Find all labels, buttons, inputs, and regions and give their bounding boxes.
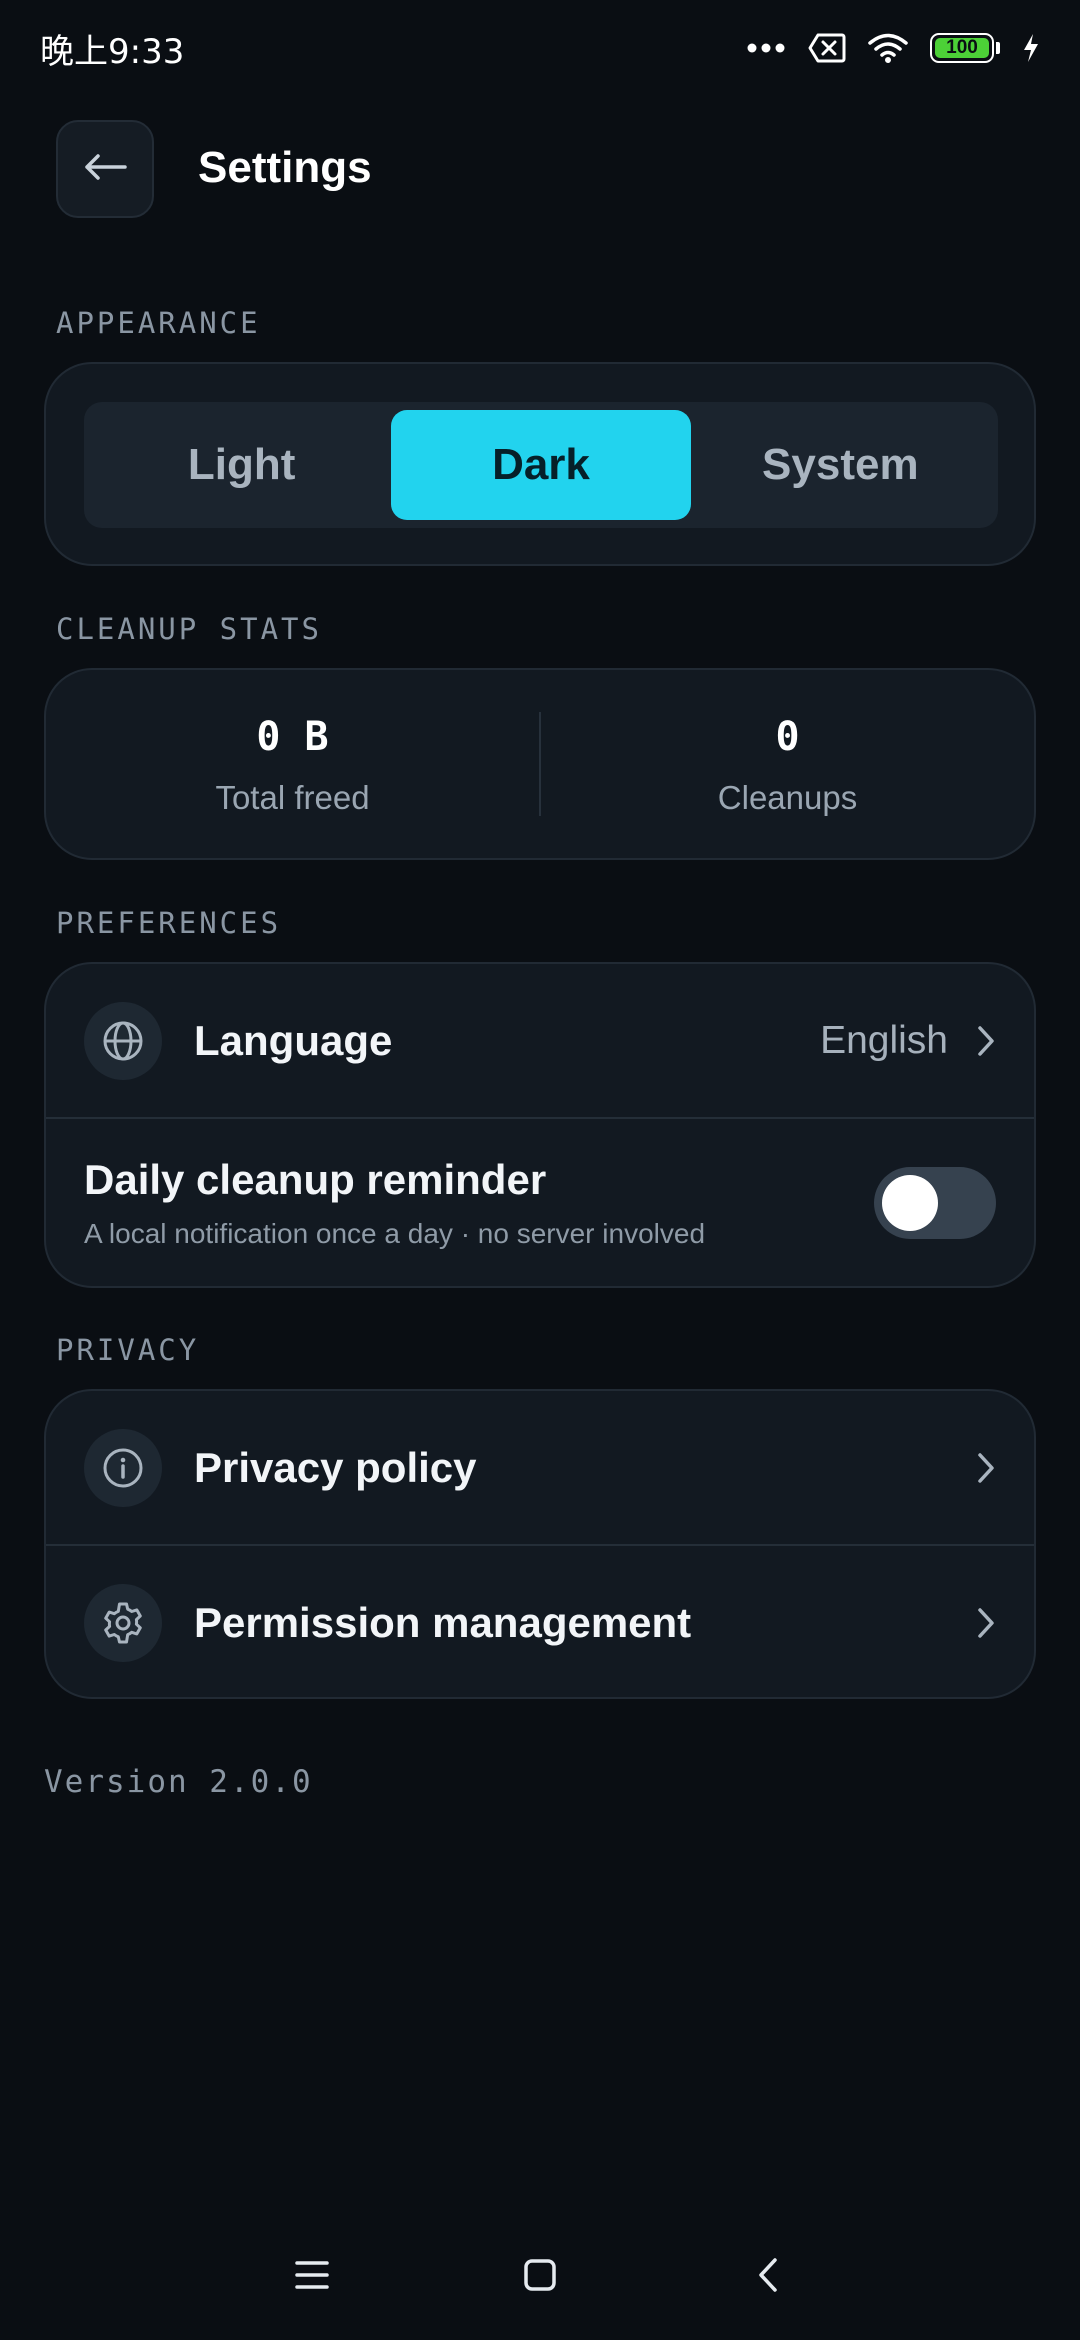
back-button[interactable] [56,120,154,218]
chevron-right-icon [976,1025,996,1057]
permission-management-row[interactable]: Permission management [46,1546,1034,1697]
menu-icon[interactable] [198,2260,426,2290]
cleanups-label: Cleanups [717,779,858,816]
theme-option-dark[interactable]: Dark [391,410,691,520]
total-freed-label: Total freed [215,779,370,816]
wifi-icon [868,32,908,64]
appearance-section-label: APPEARANCE [56,306,261,340]
status-time: 晚上9:33 [40,31,185,72]
chevron-right-icon [976,1452,996,1484]
theme-option-system[interactable]: System [691,410,990,520]
total-freed-value: 0 B [256,714,329,760]
info-icon [84,1428,162,1507]
privacy-card: Privacy policy Permission management [44,1389,1036,1699]
preferences-section-label: PREFERENCES [56,906,282,940]
home-icon[interactable] [426,2258,654,2292]
language-row[interactable]: Language English [46,964,1034,1117]
version-text: Version 2.0.0 [44,1764,313,1800]
daily-reminder-title: Daily cleanup reminder [84,1155,547,1203]
cleanups-value: 0 [775,714,800,760]
toggle-knob [882,1174,938,1231]
sim-error-icon [808,33,846,63]
back-icon[interactable] [654,2257,882,2293]
globe-icon [84,1001,162,1080]
appearance-card: Light Dark System [44,362,1036,566]
preferences-card: Language English Daily cleanup reminder … [44,962,1036,1288]
arrow-left-icon [83,153,127,186]
theme-segmented-control: Light Dark System [84,402,998,528]
stat-cleanups: 0 Cleanups [541,711,1034,817]
cleanup-stats-card: 0 B Total freed 0 Cleanups [44,668,1036,860]
system-nav-bar [0,2230,1080,2320]
charging-bolt-icon [1022,33,1040,63]
language-value: English [820,1018,948,1062]
more-dots-icon [746,42,786,54]
privacy-section-label: PRIVACY [56,1333,200,1367]
status-bar: 晚上9:33 100 [0,0,1080,96]
cleanup-stats-section-label: CLEANUP STATS [56,612,322,646]
language-label: Language [194,1016,393,1064]
permission-management-label: Permission management [194,1598,692,1646]
battery-icon: 100 [930,33,1000,63]
gear-icon [84,1583,162,1662]
status-icons: 100 [746,32,1040,64]
daily-reminder-subtitle: A local notification once a day · no ser… [84,1217,706,1249]
stat-total-freed: 0 B Total freed [46,711,539,817]
privacy-policy-label: Privacy policy [194,1443,477,1491]
battery-level: 100 [935,37,989,58]
daily-reminder-toggle[interactable] [874,1166,996,1239]
chevron-right-icon [976,1607,996,1639]
daily-reminder-row: Daily cleanup reminder A local notificat… [46,1119,1034,1286]
theme-option-light[interactable]: Light [92,410,391,520]
page-title: Settings [198,143,372,192]
privacy-policy-row[interactable]: Privacy policy [46,1391,1034,1544]
